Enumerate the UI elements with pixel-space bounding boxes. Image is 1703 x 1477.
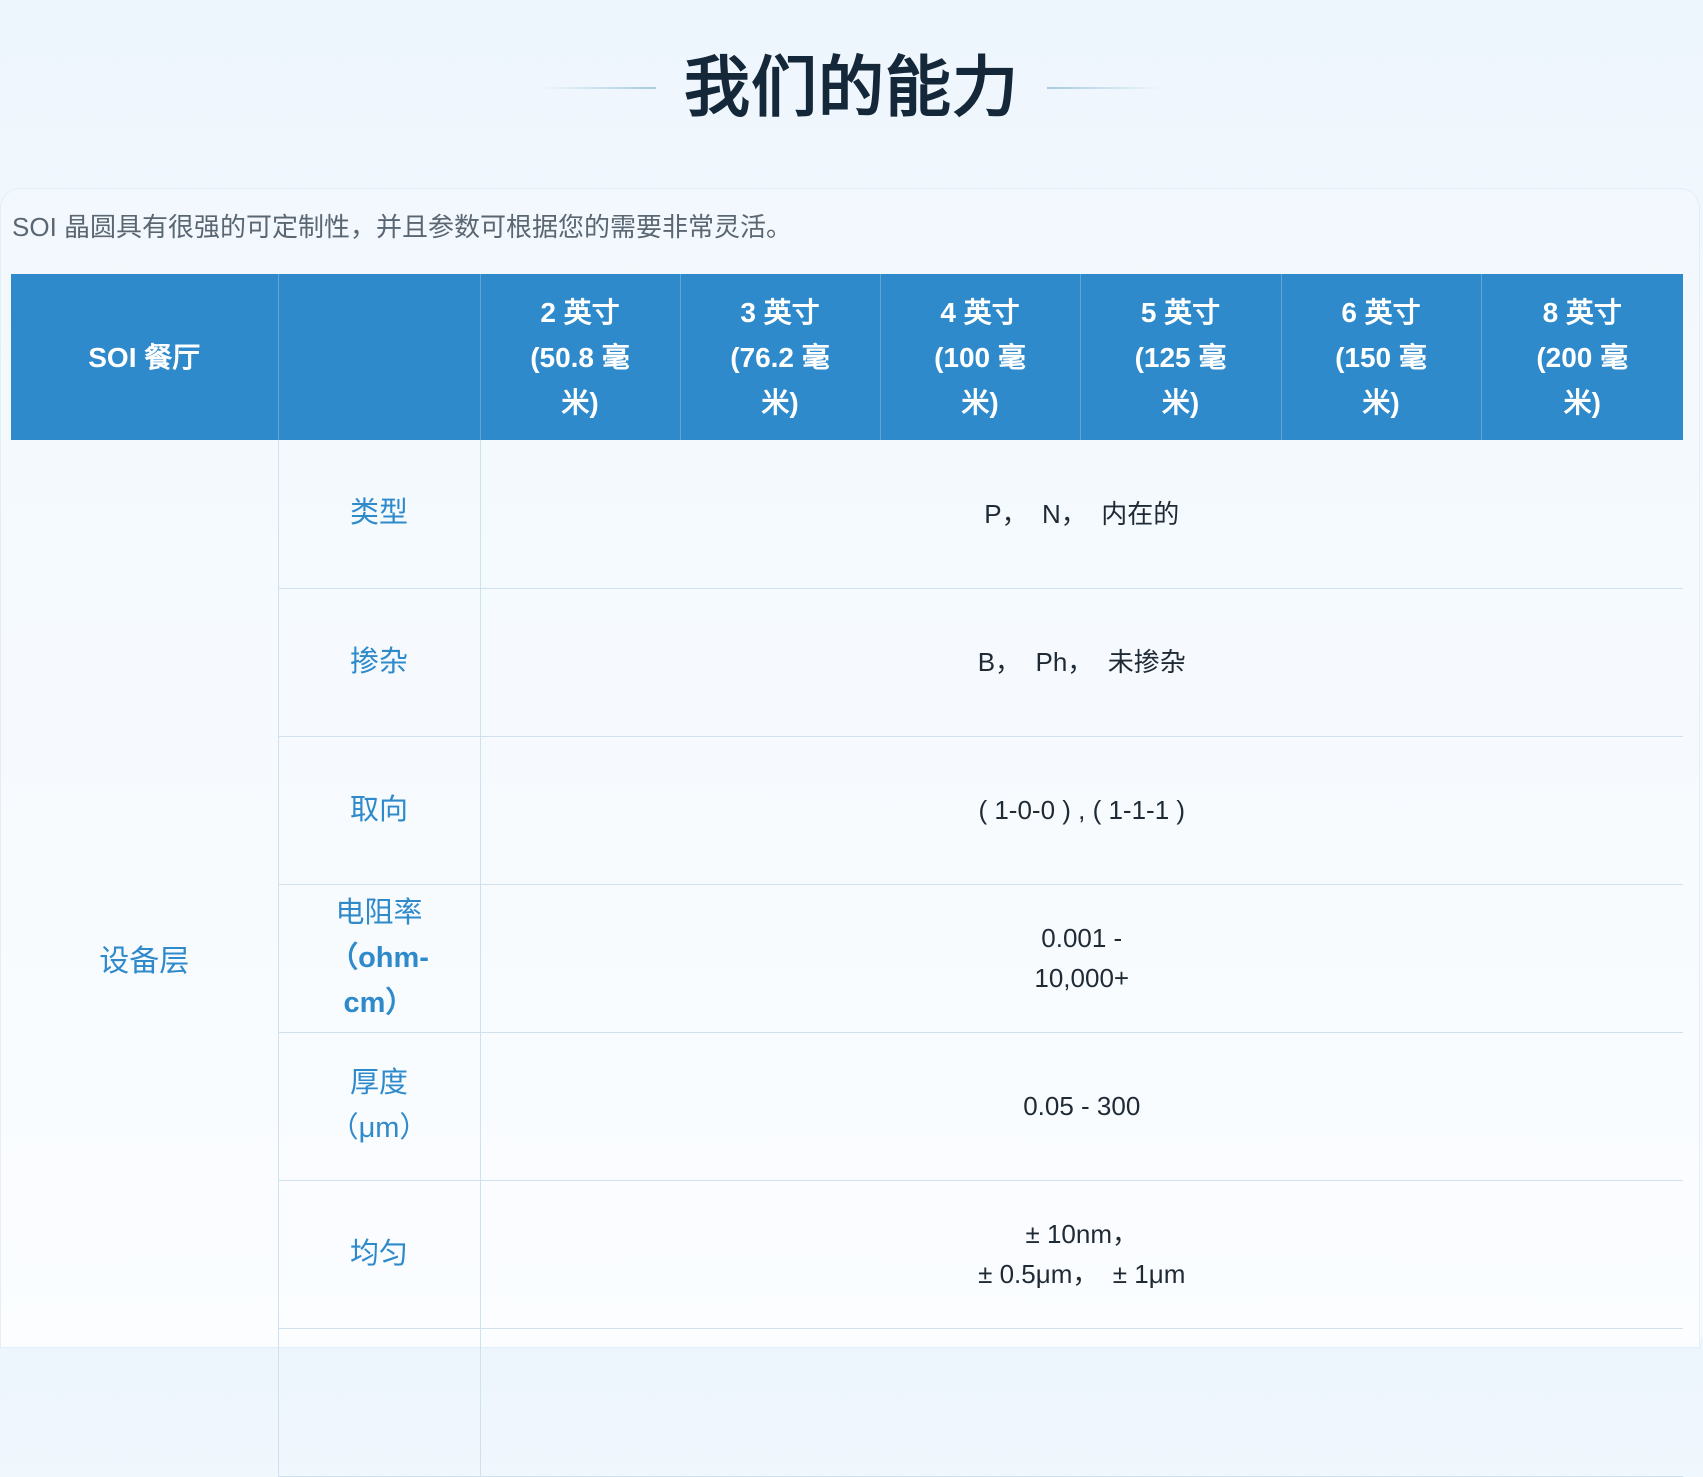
header-line-3: 米) <box>961 386 999 418</box>
header-line-1: 2 英寸 <box>540 296 620 328</box>
param-line-3: cm） <box>343 986 415 1019</box>
value-uniformity: ± 10nm， ± 0.5μm， ± 1μm <box>480 1180 1683 1329</box>
header-8in: 8 英寸 (200 毫米) <box>1480 274 1683 440</box>
value-line-1: P， N， 内在的 <box>984 498 1180 529</box>
title-decor-line-left <box>541 87 656 89</box>
value-line-2: 10,000+ <box>1034 963 1130 993</box>
capability-table: SOI 餐厅 2 英寸 (50.8 毫米) 3 英寸 (76.2 毫米) 4 英寸(… <box>11 274 1683 1477</box>
param-type: 类型 <box>278 440 481 589</box>
param-uniformity: 均匀 <box>278 1180 481 1329</box>
param-line-2: （ohm- <box>329 941 429 974</box>
value-line-1: B， Ph， 未掺杂 <box>977 647 1186 677</box>
value-line-1: 0.001 - <box>1041 923 1123 953</box>
param-thickness: 厚度 （μm） <box>278 1032 481 1181</box>
header-line-2: (150 毫 <box>1335 341 1427 373</box>
group-label-device-layer: 设备层 <box>11 440 279 1476</box>
param-next-row <box>278 1328 481 1477</box>
header-line-1: 3 英寸 <box>740 296 820 328</box>
header-line-3: 米) <box>1563 386 1601 418</box>
param-orientation: 取向 <box>278 736 481 885</box>
value-orientation: ( 1-0-0 ) , ( 1-1-1 ) <box>480 736 1683 885</box>
header-line-3: 米) <box>1161 386 1200 418</box>
param-doping: 掺杂 <box>278 588 481 737</box>
header-soi: SOI 餐厅 <box>11 274 278 440</box>
header-line-2: (125 毫 <box>1134 341 1227 373</box>
header-line-1: 5 英寸 <box>1140 296 1221 328</box>
value-thickness: 0.05 - 300 <box>480 1032 1683 1181</box>
header-line-2: (200 毫 <box>1536 341 1629 373</box>
header-4in: 4 英寸 (100 毫米) <box>879 274 1080 440</box>
value-line-1: ± 10nm， <box>1025 1219 1139 1249</box>
param-resistivity: 电阻率 （ohm-cm） <box>278 884 481 1033</box>
value-line-1: ( 1-0-0 ) , ( 1-1-1 ) <box>978 795 1186 825</box>
value-next-row <box>480 1328 1683 1477</box>
header-line-1: 4 英寸 <box>940 296 1020 328</box>
header-3in: 3 英寸 (76.2 毫米) <box>679 274 880 440</box>
header-line-1: 6 英寸 <box>1341 296 1421 328</box>
header-line-3: 米) <box>1362 386 1400 418</box>
title-row: 我们的能力 <box>0 40 1703 136</box>
intro-text: SOI 晶圆具有很强的可定制性，并且参数可根据您的需要非常灵活。 <box>12 212 793 242</box>
value-doping: B， Ph， 未掺杂 <box>480 588 1683 737</box>
param-line-1: 类型 <box>349 497 408 530</box>
header-line-1: 8 英寸 <box>1542 296 1622 328</box>
param-line-1: 掺杂 <box>349 645 408 678</box>
header-2in: 2 英寸 (50.8 毫米) <box>479 274 680 440</box>
table-header-row: SOI 餐厅 2 英寸 (50.8 毫米) 3 英寸 (76.2 毫米) 4 英寸(… <box>11 274 1683 440</box>
param-line-1: 厚度 <box>349 1067 408 1099</box>
param-line-1: 均匀 <box>349 1237 408 1270</box>
header-label: SOI 餐厅 <box>88 341 201 373</box>
value-line-1: 0.05 - 300 <box>1023 1091 1141 1121</box>
page-title: 我们的能力 <box>684 49 1019 126</box>
header-line-3: 米) <box>561 386 599 418</box>
hero-section: 我们的能力 <box>0 0 1703 180</box>
header-line-3: 米) <box>761 386 799 418</box>
value-type: P， N， 内在的 <box>480 440 1683 589</box>
value-resistivity: 0.001 - 10,000+ <box>480 884 1683 1033</box>
param-line-1: 取向 <box>349 793 408 826</box>
param-line-1: 电阻率 <box>335 896 423 929</box>
value-line-2: ± 0.5μm， ± 1μm <box>978 1259 1186 1289</box>
table-row: 设备层 类型 P， N， 内在的 <box>11 440 1683 1476</box>
header-6in: 6 英寸 (150 毫米) <box>1280 274 1481 440</box>
param-line-2: （μm） <box>329 1112 429 1144</box>
header-empty <box>277 274 480 440</box>
title-decor-line-right <box>1047 87 1162 89</box>
header-5in: 5 英寸 (125 毫米) <box>1079 274 1281 440</box>
header-line-2: (50.8 毫 <box>530 341 630 373</box>
header-line-2: (100 毫 <box>934 341 1026 373</box>
header-line-2: (76.2 毫 <box>730 341 830 373</box>
